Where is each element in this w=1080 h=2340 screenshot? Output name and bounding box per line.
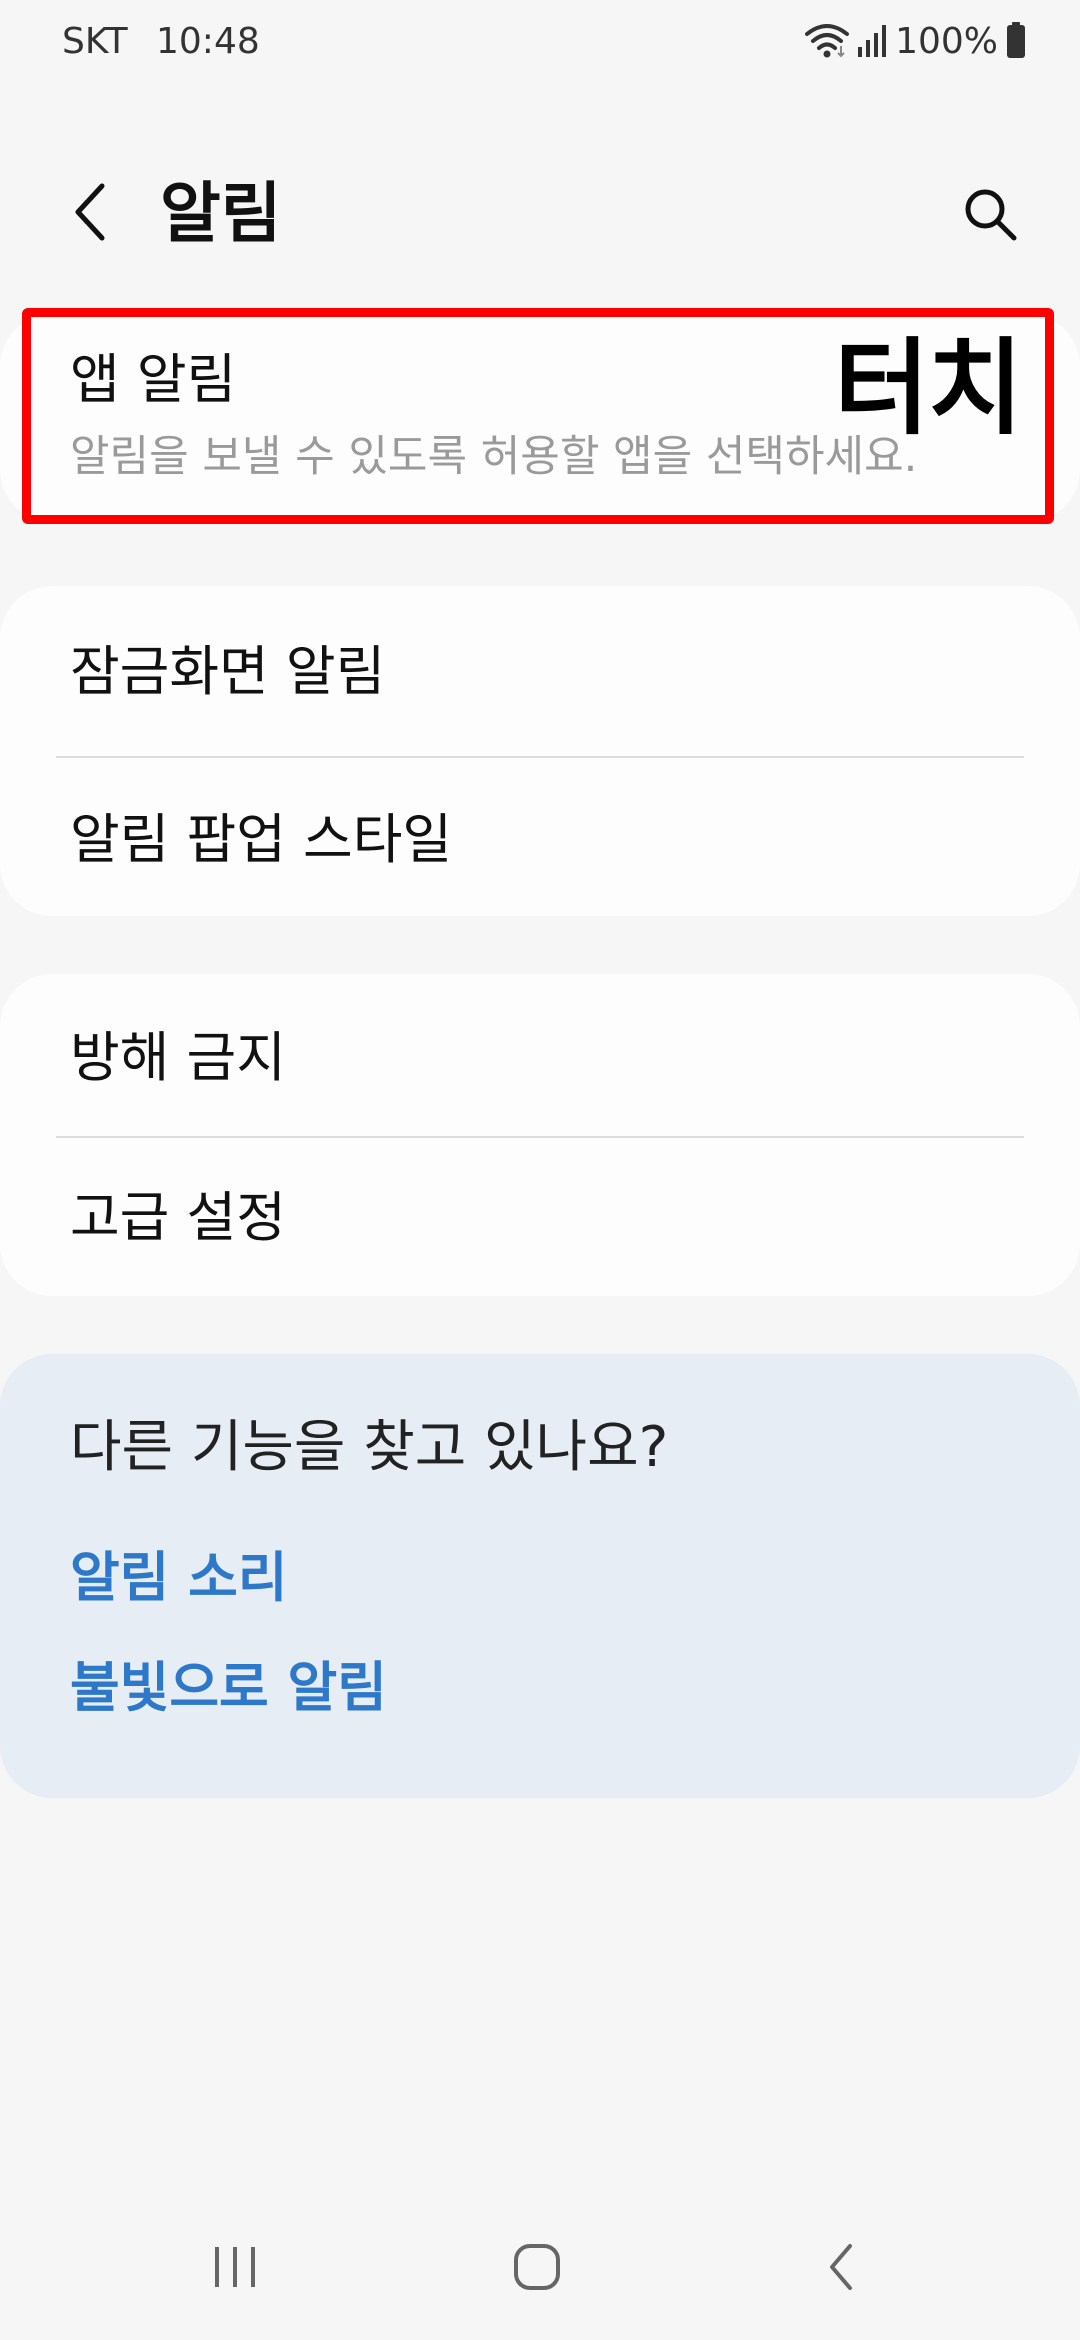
list-item-label: 방해 금지 [70,1026,286,1089]
do-not-disturb-item[interactable]: 방해 금지 [0,974,1080,1136]
battery-percent: 100% [895,21,998,62]
search-icon [962,186,1018,246]
back-icon [826,2242,856,2296]
search-button[interactable] [952,178,1028,254]
advanced-settings-item[interactable]: 고급 설정 [0,1138,1080,1296]
lock-screen-notifications-item[interactable]: 잠금화면 알림 [0,586,1080,756]
status-time: 10:48 [156,21,260,62]
recents-icon [210,2244,260,2294]
wifi-icon [805,22,850,62]
popup-style-item[interactable]: 알림 팝업 스타일 [0,758,1080,916]
nav-back-button[interactable] [796,2234,886,2304]
status-carrier: SKT [62,21,128,62]
list-item-label: 알림 팝업 스타일 [70,808,453,871]
touch-annotation-label: 터치 [834,327,1023,449]
home-button[interactable] [492,2234,582,2304]
app-bar: 알림 [0,150,1080,280]
recents-button[interactable] [190,2234,280,2304]
page-title: 알림 [160,175,282,252]
list-item-label: 잠금화면 알림 [70,640,386,703]
back-button[interactable] [56,178,128,250]
advanced-settings-group: 방해 금지 고급 설정 [0,974,1080,1296]
notification-settings-group: 잠금화면 알림 알림 팝업 스타일 [0,586,1080,916]
navigation-bar [0,2200,1080,2340]
status-icons: 100% [805,18,1026,66]
home-icon [512,2242,562,2296]
status-bar: SKT 10:48 100% [0,0,1080,84]
signal-icon [857,23,887,61]
notification-sound-link[interactable]: 알림 소리 [70,1542,288,1614]
suggestions-card: 다른 기능을 찾고 있나요? 알림 소리 불빛으로 알림 [0,1354,1080,1798]
battery-icon [1006,22,1026,62]
flash-notification-link[interactable]: 불빛으로 알림 [70,1652,387,1724]
list-item-label: 고급 설정 [70,1186,286,1249]
suggestions-title: 다른 기능을 찾고 있나요? [70,1415,669,1480]
chevron-left-icon [72,182,112,246]
